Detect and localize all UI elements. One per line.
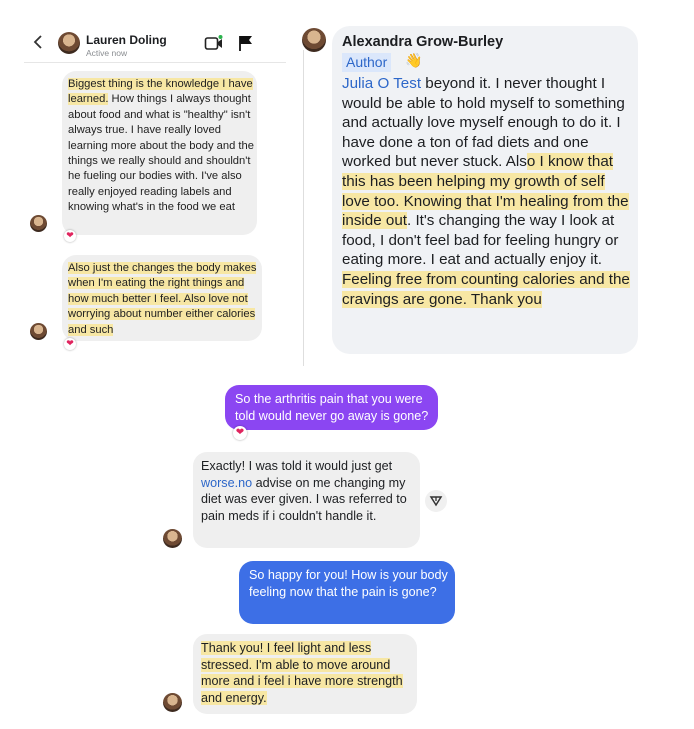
wave-icon: 👋 bbox=[405, 53, 423, 69]
highlighted-text: Thank you! I feel light and less stresse… bbox=[201, 641, 403, 705]
panel-lauren-chat: Lauren Doling Active now Biggest thing i… bbox=[24, 22, 286, 352]
active-status: Active now bbox=[86, 48, 128, 58]
heart-reaction-icon[interactable]: ❤ bbox=[233, 426, 247, 440]
message-link[interactable]: worse.no bbox=[201, 476, 252, 490]
report-flag-icon[interactable] bbox=[237, 34, 255, 52]
sent-text-happy: So happy for you! How is your body feeli… bbox=[249, 568, 448, 599]
sender-avatar bbox=[30, 323, 47, 340]
heart-reaction-icon[interactable]: ❤ bbox=[64, 338, 76, 350]
message-text-knowledge: Biggest thing is the knowledge I have le… bbox=[68, 77, 254, 216]
contact-avatar[interactable] bbox=[58, 32, 80, 54]
commenter-avatar[interactable] bbox=[302, 28, 326, 52]
highlighted-text: Also just the changes the body makes whe… bbox=[68, 262, 257, 336]
panel-facebook-comment: Alexandra Grow-Burley Author 👋 Julia O T… bbox=[298, 26, 640, 356]
received-text-exactly: Exactly! I was told it would just get wo… bbox=[201, 458, 415, 524]
sender-avatar[interactable] bbox=[163, 693, 182, 712]
panel-messenger-chat: So the arthritis pain that you were told… bbox=[155, 385, 475, 725]
comment-text: Julia O Test beyond it. I never thought … bbox=[342, 74, 632, 309]
commenter-name[interactable]: Alexandra Grow-Burley bbox=[342, 34, 503, 50]
back-chevron-icon[interactable] bbox=[30, 34, 46, 50]
received-text-thanks: Thank you! I feel light and less stresse… bbox=[201, 640, 413, 706]
header-divider bbox=[24, 62, 286, 63]
message-text-changes: Also just the changes the body makes whe… bbox=[68, 261, 262, 338]
message-text: How things I always thought about food a… bbox=[68, 93, 254, 214]
sent-text-arthritis: So the arthritis pain that you were told… bbox=[235, 392, 429, 423]
message-text: Exactly! I was told it would just get bbox=[201, 459, 393, 473]
mention-link[interactable]: Julia O Test bbox=[342, 75, 421, 92]
sender-avatar[interactable] bbox=[163, 529, 182, 548]
send-filter-icon[interactable] bbox=[425, 490, 447, 512]
author-badge: Author bbox=[342, 53, 392, 72]
sender-avatar bbox=[30, 215, 47, 232]
heart-reaction-icon[interactable]: ❤ bbox=[64, 230, 76, 242]
video-call-icon[interactable] bbox=[204, 34, 224, 52]
contact-name[interactable]: Lauren Doling bbox=[86, 33, 167, 47]
highlighted-text: Feeling free from counting calories and … bbox=[342, 270, 630, 308]
